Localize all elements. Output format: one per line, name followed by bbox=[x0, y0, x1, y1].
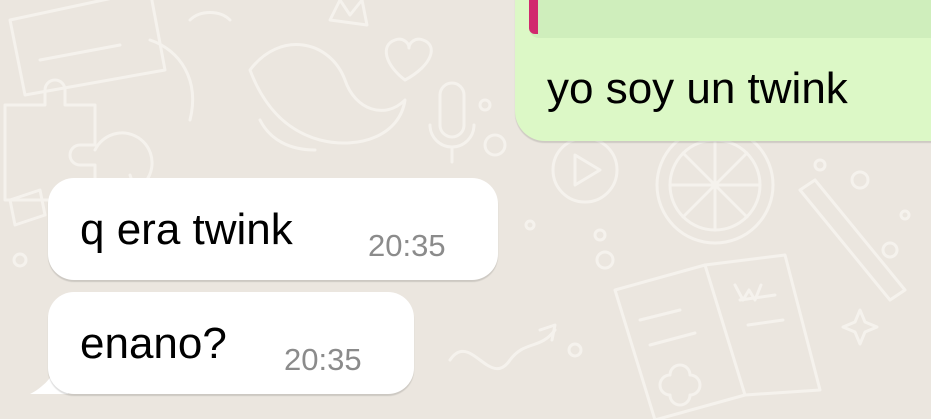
heart-doodle-icon bbox=[384, 37, 433, 82]
dinosaur-doodle-icon bbox=[248, 43, 407, 145]
incoming-message-text: q era twink bbox=[80, 205, 293, 254]
crown-doodle-icon bbox=[328, 0, 369, 27]
play-doodle-icon bbox=[551, 136, 619, 204]
message-timestamp: 20:35 bbox=[284, 342, 362, 377]
pencil-doodle-icon bbox=[798, 178, 907, 302]
outgoing-message-text: yo soy un twink bbox=[547, 64, 848, 113]
notebook-doodle-icon bbox=[613, 263, 747, 419]
sparkle-doodle-icon bbox=[841, 308, 879, 346]
laptop-doodle-icon bbox=[8, 0, 167, 97]
quoted-reply-accent-bar bbox=[529, 0, 538, 34]
quoted-reply-preview[interactable] bbox=[529, 0, 931, 38]
incoming-message-bubble[interactable]: enano? 20:35 bbox=[48, 292, 414, 394]
incoming-message-bubble[interactable]: q era twink 20:35 bbox=[48, 178, 498, 280]
incoming-message-text: enano? bbox=[80, 319, 227, 368]
message-timestamp: 20:35 bbox=[368, 228, 446, 263]
microphone-doodle-icon bbox=[438, 81, 466, 139]
